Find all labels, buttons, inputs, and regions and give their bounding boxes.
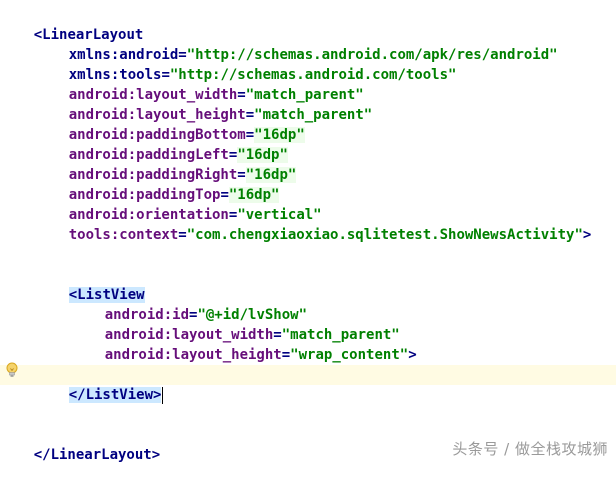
tag-close-bracket: > [408,347,417,363]
code-line: tools:context="com.chengxiaoxiao.sqlitet… [0,205,592,243]
code-line: android:paddingBottom="16dp" [0,105,305,143]
code-line: android:id="@+id/lvShow" [0,285,307,323]
code-editor[interactable]: <LinearLayout xmlns:android="http://sche… [0,0,616,465]
code-line: xmlns:tools="http://schemas.android.com/… [0,45,457,83]
code-line: android:paddingLeft="16dp" [0,125,288,163]
closing-tag: </ListView> [68,387,162,403]
closing-tag: </LinearLayout> [33,447,161,463]
code-line: xmlns:android="http://schemas.android.co… [0,25,558,63]
text-caret [162,386,164,404]
code-line: android:layout_height="match_parent" [0,85,372,123]
code-line: </LinearLayout> [0,425,160,463]
attribute-name: android:layout_height [104,347,282,363]
code-line: android:layout_height="wrap_content"> [0,325,417,363]
code-line: android:paddingRight="16dp" [0,145,297,183]
current-code-line[interactable]: </ListView> [0,365,616,404]
code-line: android:layout_width="match_parent" [0,65,364,103]
attribute-value: "com.chengxiaoxiao.sqlitetest.ShowNewsAc… [186,227,583,243]
code-line: android:paddingTop="16dp" [0,165,280,203]
tag-close-bracket: > [582,227,592,243]
watermark-text: 头条号 / 做全栈攻城狮 [452,440,608,458]
equals-sign: = [178,227,187,243]
code-line: android:layout_width="match_parent" [0,305,400,343]
lightbulb-icon[interactable] [5,362,19,378]
attribute-value: "wrap_content" [290,347,409,363]
attribute-name: tools:context [68,227,179,243]
code-line: android:orientation="vertical" [0,185,322,223]
code-line: <LinearLayout [0,5,144,43]
equals-sign: = [281,347,291,363]
code-line: <ListView [0,265,145,303]
